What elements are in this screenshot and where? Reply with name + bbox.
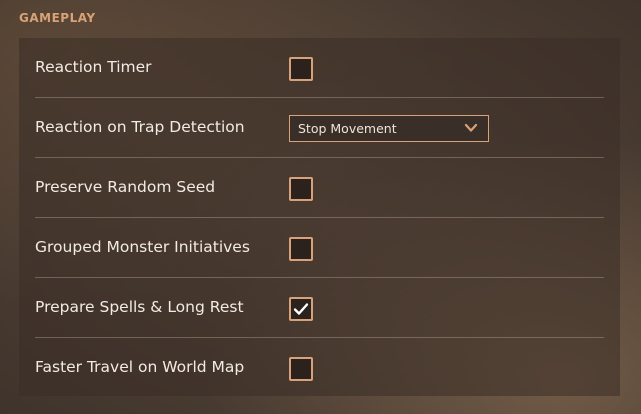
chevron-down-icon <box>464 123 478 132</box>
setting-label: Prepare Spells & Long Rest <box>35 298 244 316</box>
setting-label: Grouped Monster Initiatives <box>35 238 250 256</box>
setting-row-grouped-initiatives: Grouped Monster Initiatives <box>35 218 604 278</box>
grouped-monster-initiatives-checkbox[interactable] <box>289 237 313 261</box>
settings-panel: Reaction Timer Reaction on Trap Detectio… <box>19 38 620 396</box>
setting-row-prepare-spells: Prepare Spells & Long Rest <box>35 278 604 338</box>
setting-label: Preserve Random Seed <box>35 178 216 196</box>
setting-label: Reaction Timer <box>35 58 152 76</box>
faster-travel-checkbox[interactable] <box>289 357 313 381</box>
setting-row-reaction-timer: Reaction Timer <box>35 38 604 98</box>
setting-row-preserve-seed: Preserve Random Seed <box>35 158 604 218</box>
prepare-spells-long-rest-checkbox[interactable] <box>289 297 313 321</box>
setting-label: Reaction on Trap Detection <box>35 118 245 136</box>
reaction-timer-checkbox[interactable] <box>289 57 313 81</box>
setting-row-faster-travel: Faster Travel on World Map <box>35 338 604 397</box>
setting-label: Faster Travel on World Map <box>35 358 245 376</box>
preserve-random-seed-checkbox[interactable] <box>289 177 313 201</box>
section-title: GAMEPLAY <box>19 11 96 25</box>
dropdown-selected-value: Stop Movement <box>298 121 397 136</box>
check-icon <box>293 303 309 315</box>
trap-detection-dropdown[interactable]: Stop Movement <box>289 115 489 142</box>
setting-row-trap-detection: Reaction on Trap Detection Stop Movement <box>35 98 604 158</box>
